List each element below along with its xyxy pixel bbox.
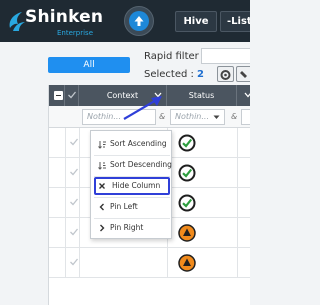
selected-count: 2 [197,69,204,80]
chevron-down-icon[interactable] [244,92,250,98]
check-column-header [65,85,79,106]
menu-item-label: Sort Descending [110,160,172,169]
selection-more-button[interactable] [236,66,250,82]
menu-item-label: Pin Right [110,223,144,232]
menu-item-label: Sort Ascending [110,139,167,148]
rapid-filter-label: Rapid filter : [144,51,206,62]
grid-filter-row: Nothin... & Nothin... & [49,106,250,128]
grid-header-row: Context Status [49,85,250,106]
context-column-header[interactable]: Context [79,85,167,106]
selected-label: Selected : [144,69,194,80]
header-upload-button[interactable] [124,6,154,36]
sort-descending-icon [98,162,106,170]
menu-item-label: Hide Column [112,181,161,190]
context-filter-input[interactable]: Nothin... [82,109,156,125]
table-row[interactable] [49,248,250,278]
check-icon[interactable] [69,167,79,177]
menu-item-sort-descending[interactable]: Sort Descending [94,156,172,174]
rapid-filter-input[interactable] [201,48,250,64]
status-ok-icon [178,134,196,152]
chevron-down-icon [213,115,220,119]
status-column-label: Status [188,91,215,100]
chevron-right-icon [100,224,105,232]
status-column-header[interactable]: Status [167,85,237,106]
status-ok-icon [178,164,196,182]
check-icon[interactable] [69,227,79,237]
check-icon[interactable] [69,197,79,207]
top-header: Shinken Enterprise Hive -Lists [0,0,250,42]
lists-button[interactable]: -Lists [220,11,250,32]
context-column-label: Context [106,91,139,100]
menu-item-label: Pin Left [110,202,138,211]
select-all-cell[interactable] [49,85,65,106]
gear-icon [220,70,231,80]
chevron-left-icon [99,203,104,211]
tools-icon [240,71,247,78]
status-ok-icon [178,194,196,212]
check-icon[interactable] [69,137,79,147]
status-filter-operator: & [231,112,238,121]
brand-name: Shinken [25,7,104,27]
brand-subtitle: Enterprise [57,29,94,37]
menu-item-sort-ascending[interactable]: Sort Ascending [94,135,170,153]
all-filter-button[interactable]: All [48,57,130,73]
shinken-logo[interactable]: Shinken Enterprise [6,5,111,39]
status-filter-select[interactable]: Nothin... [170,109,225,125]
next-column-filter-input[interactable] [241,109,250,125]
status-column-menu[interactable] [237,85,250,106]
check-icon [67,91,76,99]
status-warning-icon [178,224,196,242]
screen: Shinken Enterprise Hive -Lists All Rapid… [0,0,250,305]
minus-checkbox-icon[interactable] [54,91,63,100]
sort-ascending-icon [98,141,106,149]
status-filter-placeholder: Nothin... [175,112,210,121]
menu-item-pin-right[interactable]: Pin Right [94,219,170,237]
arrow-up-icon [134,16,144,26]
context-filter-operator: & [159,112,166,121]
chevron-down-icon[interactable] [154,92,162,98]
selection-action-button[interactable] [217,66,234,82]
menu-item-hide-column[interactable]: Hide Column [94,177,170,195]
column-context-menu: Sort Ascending Sort Descending Hide Colu… [90,130,172,239]
menu-item-pin-left[interactable]: Pin Left [94,198,170,216]
check-icon[interactable] [69,257,79,267]
status-warning-icon [178,254,196,272]
close-icon [99,183,105,189]
hive-button[interactable]: Hive [175,11,217,32]
